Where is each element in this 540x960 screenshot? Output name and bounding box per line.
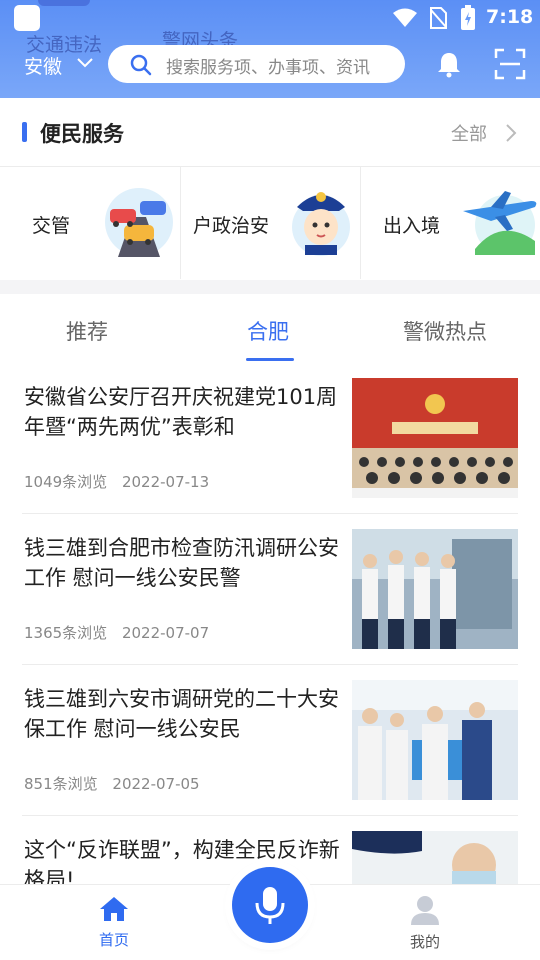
news-feed: 推荐 合肥 警微热点 安徽省公安厅召开庆祝建党101周年暨“两先两优”表彰和 1…: [0, 294, 540, 960]
news-thumbnail: [352, 529, 518, 649]
clock: 7:18: [486, 6, 534, 28]
nav-mine-label: 我的: [409, 933, 440, 951]
user-icon: [411, 896, 439, 925]
news-item[interactable]: 钱三雄到六安市调研党的二十大安保工作 慰问一线公安民 851条浏览 2022-0…: [22, 680, 518, 820]
cars-icon: [105, 188, 173, 257]
news-meta: 851条浏览 2022-07-05: [24, 773, 210, 794]
nav-mine[interactable]: 我的: [395, 895, 455, 952]
divider: [22, 513, 518, 514]
news-meta: 1365条浏览 2022-07-07: [24, 622, 219, 643]
status-bar: 7:18: [0, 0, 540, 38]
province-selector[interactable]: 安徽: [24, 52, 62, 79]
active-tab-indicator: [246, 358, 294, 361]
police-avatar-icon: [292, 192, 350, 256]
wifi-icon: [393, 8, 417, 27]
news-thumbnail: [352, 378, 518, 498]
tab-hot[interactable]: 警微热点: [403, 316, 487, 346]
view-count: 1365条浏览: [24, 624, 108, 642]
microphone-icon: [255, 887, 285, 924]
news-title: 钱三雄到六安市调研党的二十大安保工作 慰问一线公安民: [24, 687, 339, 741]
news-thumbnail: [352, 680, 518, 800]
nav-home-label: 首页: [98, 931, 129, 949]
news-date: 2022-07-13: [121, 473, 210, 491]
news-title: 安徽省公安厅召开庆祝建党101周年暨“两先两优”表彰和: [24, 385, 338, 439]
scan-icon[interactable]: [494, 48, 526, 80]
airplane-icon: [463, 191, 537, 255]
service-label: 交管: [32, 215, 71, 237]
search-input[interactable]: 搜索服务项、办事项、资讯: [108, 45, 405, 83]
service-label: 出入境: [383, 215, 441, 237]
home-icon: [100, 897, 128, 921]
section-title: 便民服务: [40, 122, 124, 146]
chevron-right-icon[interactable]: [505, 123, 517, 143]
divider: [22, 815, 518, 816]
service-immigration[interactable]: 出入境: [361, 167, 540, 279]
service-traffic[interactable]: 交管: [0, 167, 180, 279]
nav-home[interactable]: 首页: [84, 895, 144, 950]
convenience-services: 便民服务 全部 交管 户政治安 出入境: [0, 98, 540, 280]
search-icon: [130, 54, 152, 76]
app-header: 交通违法 警网头条 7:18 安徽 搜索服务项、办事项、资讯: [0, 0, 540, 98]
voice-button[interactable]: [232, 867, 308, 943]
news-meta: 1049条浏览 2022-07-13: [24, 471, 219, 492]
service-household[interactable]: 户政治安: [181, 167, 361, 279]
service-label: 户政治安: [193, 215, 270, 237]
chevron-down-icon[interactable]: [76, 56, 94, 70]
tab-recommend[interactable]: 推荐: [66, 316, 108, 346]
news-item[interactable]: 钱三雄到合肥市检查防汛调研公安工作 慰问一线公安民警 1365条浏览 2022-…: [22, 529, 518, 669]
section-marker: [22, 122, 27, 142]
news-title: 钱三雄到合肥市检查防汛调研公安工作 慰问一线公安民警: [24, 536, 339, 590]
view-all-link[interactable]: 全部: [451, 120, 487, 146]
tab-hefei[interactable]: 合肥: [247, 316, 289, 346]
view-count: 851条浏览: [24, 775, 98, 793]
battery-icon: [461, 5, 475, 30]
view-count: 1049条浏览: [24, 473, 108, 491]
news-item[interactable]: 安徽省公安厅召开庆祝建党101周年暨“两先两优”表彰和 1049条浏览 2022…: [22, 378, 518, 518]
bell-icon[interactable]: [435, 50, 463, 78]
notification-icon: [14, 5, 40, 31]
sim-icon: [430, 7, 447, 29]
search-placeholder: 搜索服务项、办事项、资讯: [166, 58, 370, 78]
news-date: 2022-07-05: [112, 775, 200, 793]
news-date: 2022-07-07: [121, 624, 210, 642]
divider: [22, 664, 518, 665]
